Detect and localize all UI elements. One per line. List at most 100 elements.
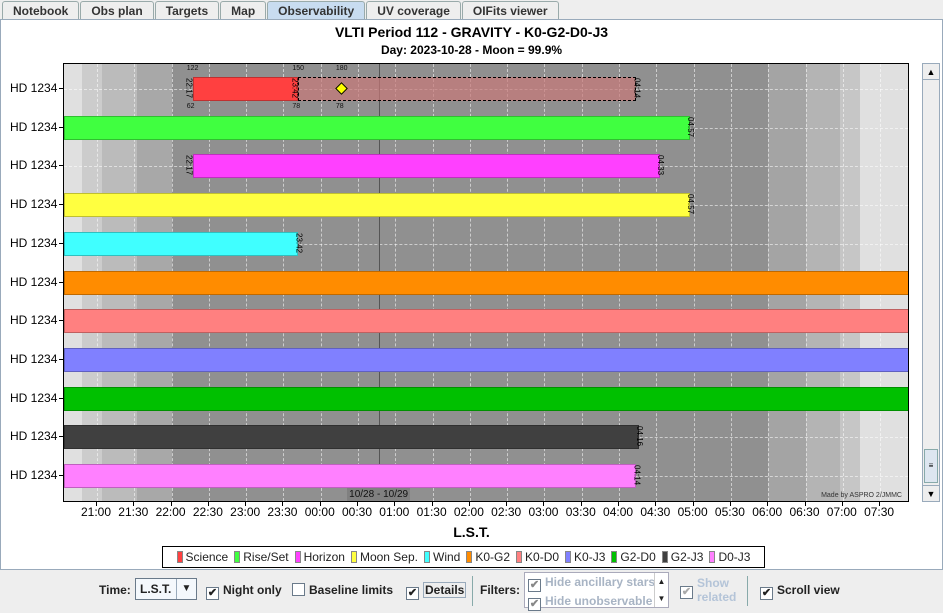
target-label[interactable]: HD 1234 bbox=[10, 391, 57, 405]
observability-bar[interactable] bbox=[192, 77, 299, 101]
x-tick-label: 05:30 bbox=[714, 505, 745, 519]
x-tick-label: 04:30 bbox=[640, 505, 671, 519]
target-label[interactable]: HD 1234 bbox=[10, 120, 57, 134]
legend-swatch bbox=[294, 551, 301, 563]
legend-swatch bbox=[516, 551, 523, 563]
observability-bar[interactable] bbox=[64, 386, 908, 411]
legend-item: K0-J3 bbox=[565, 550, 605, 564]
night-only-checkbox[interactable]: ✔ Night only bbox=[206, 583, 282, 600]
y-tick bbox=[59, 126, 63, 128]
legend-label: Science bbox=[185, 550, 229, 564]
filters-list[interactable]: ✔ Hide ancillary stars ✔ Hide unobservable… bbox=[524, 572, 669, 611]
scroll-up-icon[interactable]: ▲ bbox=[923, 64, 939, 80]
legend-label: Wind bbox=[433, 550, 461, 564]
x-tick-label: 02:30 bbox=[491, 505, 522, 519]
filter-hide-unobservable[interactable]: ✔ Hide unobservable bbox=[525, 594, 668, 611]
x-tick-label: 05:00 bbox=[677, 505, 708, 519]
y-tick bbox=[59, 165, 63, 167]
filters-label: Filters: bbox=[480, 583, 521, 597]
legend-label: K0-J3 bbox=[574, 550, 606, 564]
observability-bar[interactable] bbox=[64, 309, 908, 334]
legend-swatch bbox=[661, 551, 668, 563]
filter-hide-ancillary[interactable]: ✔ Hide ancillary stars bbox=[525, 573, 668, 594]
scroll-view-checkbox[interactable]: ✔ Scroll view bbox=[760, 583, 840, 600]
x-tick-label: 23:00 bbox=[230, 505, 261, 519]
y-tick bbox=[59, 320, 63, 322]
tab-bar: Notebook Obs plan Targets Map Observability U… bbox=[2, 1, 560, 20]
legend-label: Moon Sep. bbox=[359, 550, 418, 564]
target-label[interactable]: HD 1234 bbox=[10, 275, 57, 289]
bar-start-time: 22:17 bbox=[184, 155, 194, 176]
scroll-thumb[interactable]: ≡ bbox=[924, 449, 938, 483]
tab-uv-coverage[interactable]: UV coverage bbox=[366, 1, 461, 20]
observability-extension bbox=[298, 77, 637, 101]
legend-item: G2-D0 bbox=[611, 550, 656, 564]
observability-bar[interactable] bbox=[64, 193, 690, 218]
tab-targets[interactable]: Targets bbox=[154, 1, 220, 20]
time-label: Time: bbox=[99, 583, 131, 597]
chevron-down-icon[interactable]: ▼ bbox=[176, 579, 196, 599]
bar-end-time: 04:57 bbox=[685, 116, 695, 137]
y-tick bbox=[59, 475, 63, 476]
observability-bar[interactable] bbox=[192, 154, 661, 179]
tab-map[interactable]: Map bbox=[220, 1, 267, 20]
legend-item: Rise/Set bbox=[234, 550, 289, 564]
observability-bar[interactable] bbox=[64, 115, 690, 140]
legend-item: D0-J3 bbox=[709, 550, 750, 564]
show-related-checkbox[interactable]: ✔Show related bbox=[680, 576, 736, 604]
legend-swatch bbox=[176, 551, 183, 563]
tab-notebook[interactable]: Notebook bbox=[2, 1, 80, 20]
observability-bar[interactable] bbox=[64, 231, 299, 256]
bar-end-time: 23:42 bbox=[290, 78, 300, 99]
tab-obs-plan[interactable]: Obs plan bbox=[80, 1, 154, 20]
observability-bar[interactable] bbox=[64, 464, 637, 488]
legend-item: K0-G2 bbox=[466, 550, 510, 564]
details-checkbox[interactable]: ✔ Details bbox=[406, 582, 467, 600]
elevation-label: 62 bbox=[186, 103, 195, 110]
legend-swatch bbox=[565, 551, 572, 563]
target-label[interactable]: HD 1234 bbox=[10, 197, 57, 211]
x-tick-label: 06:30 bbox=[789, 505, 820, 519]
baseline-limits-checkbox[interactable]: Baseline limits bbox=[292, 583, 393, 597]
observability-bar[interactable] bbox=[64, 425, 639, 450]
filters-scroll[interactable]: ▲ ▼ bbox=[654, 573, 668, 607]
legend-label: G2-D0 bbox=[620, 550, 656, 564]
x-tick-label: 01:30 bbox=[416, 505, 447, 519]
bar-end-time: 04:14 bbox=[632, 78, 642, 99]
y-tick bbox=[59, 204, 63, 206]
legend-label: K0-D0 bbox=[525, 550, 560, 564]
legend-item: Wind bbox=[424, 550, 460, 564]
legend-label: G2-J3 bbox=[670, 550, 704, 564]
target-label[interactable]: HD 1234 bbox=[10, 158, 57, 172]
date-marker-label: 10/28 - 10/29 bbox=[347, 488, 411, 501]
elevation-label: 78 bbox=[292, 103, 301, 110]
scroll-down-icon[interactable]: ▼ bbox=[923, 485, 939, 501]
bar-end-time: 04:16 bbox=[634, 426, 644, 447]
time-select-value: L.S.T. bbox=[140, 582, 172, 596]
bar-end-time: 04:14 bbox=[632, 465, 642, 486]
target-label[interactable]: HD 1234 bbox=[10, 468, 57, 482]
x-tick-label: 07:00 bbox=[826, 505, 857, 519]
target-label[interactable]: HD 1234 bbox=[10, 81, 57, 95]
y-tick bbox=[59, 281, 63, 283]
tab-oifits-viewer[interactable]: OIFits viewer bbox=[461, 1, 559, 20]
x-tick-label: 22:00 bbox=[155, 505, 186, 519]
y-tick bbox=[59, 242, 63, 244]
observability-bar[interactable] bbox=[64, 347, 908, 372]
target-label[interactable]: HD 1234 bbox=[10, 236, 57, 250]
x-tick-label: 04:00 bbox=[603, 505, 634, 519]
time-select[interactable]: L.S.T. ▼ bbox=[135, 578, 197, 600]
legend-item: K0-D0 bbox=[516, 550, 559, 564]
x-tick-label: 00:30 bbox=[342, 505, 373, 519]
target-label[interactable]: HD 1234 bbox=[10, 429, 57, 443]
chart-title: VLTI Period 112 - GRAVITY - K0-G2-D0-J3 bbox=[334, 24, 609, 40]
credit-label: Made by ASPRO 2/JMMC bbox=[821, 492, 902, 499]
observability-bar[interactable] bbox=[64, 270, 908, 295]
target-label[interactable]: HD 1234 bbox=[10, 352, 57, 366]
legend-item: G2-J3 bbox=[661, 550, 704, 564]
vertical-scrollbar[interactable]: ▲ ▼ ≡ bbox=[922, 63, 940, 502]
x-tick-label: 02:00 bbox=[453, 505, 484, 519]
target-label[interactable]: HD 1234 bbox=[10, 313, 57, 327]
legend-swatch bbox=[234, 551, 241, 563]
tab-observability[interactable]: Observability bbox=[267, 1, 366, 20]
